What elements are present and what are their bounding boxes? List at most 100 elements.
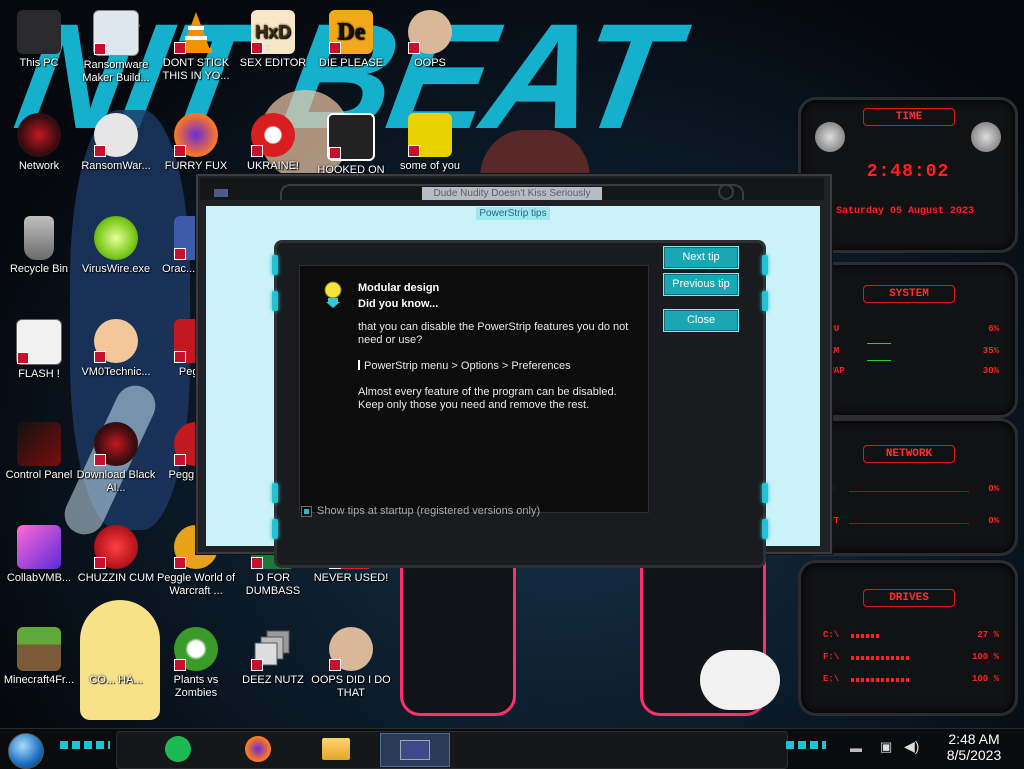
desktop-icon-plants-vs-zombies[interactable]: Plants vs Zombies — [154, 627, 238, 700]
portrait-icon — [408, 10, 452, 54]
dialog-titlebar[interactable]: Dude Nudity Doesn't Kiss Seriously — [200, 178, 824, 200]
clock-time: 2:48 AM — [948, 731, 1000, 747]
radiation-icon — [251, 113, 295, 157]
desktop-icon-chuzzin[interactable]: CHUZZIN CUM — [74, 525, 158, 585]
desktop-icon-download-black-alien[interactable]: Download Black Al... — [74, 422, 158, 495]
tip-path: PowerStrip menu > Options > Preferences — [358, 360, 571, 372]
computer-icon — [17, 10, 61, 54]
desktop-icon-flash[interactable]: FLASH ! — [0, 319, 81, 381]
taskbar-dock — [116, 731, 788, 769]
desktop-icon-deez-nutz[interactable]: DEEZ NUTZ — [231, 627, 315, 687]
gadget-title: DRIVES — [863, 589, 955, 607]
tray-arrow-icon[interactable]: ▬ — [850, 741, 862, 755]
teal-led — [272, 291, 278, 311]
flash-icon — [16, 319, 62, 365]
tip-panel: Modular design Did you know... that you … — [299, 265, 649, 513]
next-tip-button[interactable]: Next tip — [663, 246, 739, 269]
desktop-icon-collabvm[interactable]: CollabVMB... — [0, 525, 81, 585]
window-icon — [93, 10, 139, 56]
start-button[interactable] — [8, 733, 44, 769]
tip-text: that you can disable the PowerStrip feat… — [358, 321, 629, 346]
desktop-icon-sex-editor[interactable]: HxD SEX EDITOR — [231, 10, 315, 70]
doctor-icon — [94, 319, 138, 363]
taskbar-led-strip — [786, 741, 826, 749]
teal-led — [762, 483, 768, 503]
desktop-icon-control-panel[interactable]: Control Panel — [0, 422, 81, 482]
teal-led — [762, 291, 768, 311]
dialog-subtitle: PowerStrip tips — [476, 207, 550, 220]
cpu-graph — [867, 343, 891, 344]
system-row: CPU6% — [823, 324, 999, 334]
clock-date: 8/5/2023 — [946, 747, 1002, 763]
drive-bar — [851, 634, 881, 638]
file-explorer-icon — [322, 738, 350, 760]
drive-bar — [851, 678, 911, 682]
dialog-title: Dude Nudity Doesn't Kiss Seriously — [422, 187, 602, 200]
gadget-title: TIME — [863, 108, 955, 126]
network-tray-icon[interactable]: ▣ — [880, 739, 892, 755]
portrait-icon — [329, 627, 373, 671]
teal-led — [762, 519, 768, 539]
volume-icon[interactable]: ◀) — [904, 738, 919, 755]
flower-icon — [174, 627, 218, 671]
desktop-icon-oops-did-i[interactable]: OOPS DID I DO THAT — [309, 627, 393, 700]
powerstrip-icon — [400, 740, 430, 760]
recycle-bin-icon — [24, 216, 54, 260]
gadget-title: NETWORK — [863, 445, 955, 463]
desktop-icon-recycle-bin[interactable]: Recycle Bin — [0, 216, 81, 276]
control-panel-icon — [17, 422, 61, 466]
show-tips-label: Show tips at startup (registered version… — [317, 505, 541, 517]
desktop-icon-co-ha[interactable]: CO... HA... — [74, 627, 158, 687]
desktop-icon-viruswire[interactable]: VirusWire.exe — [74, 216, 158, 276]
desktop-icon-network[interactable]: Network — [0, 113, 81, 173]
alien-icon — [94, 422, 138, 466]
teal-led — [272, 519, 278, 539]
desktop-icon-ukraine[interactable]: UKRAINE! — [231, 113, 315, 173]
lightbulb-icon — [322, 280, 344, 308]
chuzzle-icon — [94, 525, 138, 569]
skull-icon — [94, 113, 138, 157]
path-marker-icon — [358, 360, 360, 370]
taskbar-app-spotify[interactable] — [158, 733, 198, 765]
desktop-icon-hooked-on[interactable]: HOOKED ON — [309, 113, 393, 177]
minecraft-icon — [17, 627, 61, 671]
taskbar-app-firefox[interactable] — [238, 733, 278, 765]
gadget-clock: 2:48:02 — [866, 162, 950, 182]
vlc-cone-icon — [174, 10, 218, 54]
desktop-icon-ransomware-maker[interactable]: Ransomware Maker Build... — [74, 10, 158, 85]
desktop-icon-this-pc[interactable]: This PC — [0, 10, 81, 70]
network-graph — [849, 491, 969, 492]
maze-icon — [327, 113, 375, 161]
system-row: SWAP 30% — [823, 366, 999, 376]
taskbar-app-explorer[interactable] — [316, 733, 356, 765]
desktop-icon-die-please[interactable]: De DIE PLEASE — [309, 10, 393, 70]
gadget-title: SYSTEM — [863, 285, 955, 303]
firefox-icon — [245, 736, 271, 762]
desktop-icon-furry-fux[interactable]: FURRY FUX — [154, 113, 238, 173]
titlebar-knob — [718, 184, 734, 200]
collabvm-icon — [17, 525, 61, 569]
desktop-icon-minecraft[interactable]: Minecraft4Fr... — [0, 627, 81, 687]
tip-heading: Modular design — [358, 282, 440, 294]
system-row: RAM35% — [823, 346, 999, 356]
previous-tip-button[interactable]: Previous tip — [663, 273, 739, 296]
network-graph — [849, 523, 969, 524]
desktop-icon-vm0technic[interactable]: VM0Technic... — [74, 319, 158, 379]
taskbar: ▬ ▣ ◀) 2:48 AM 8/5/2023 — [0, 728, 1024, 769]
teal-led — [272, 255, 278, 275]
desktop-icon-ransomware[interactable]: RansomWar... — [74, 113, 158, 173]
tip-text: Almost every feature of the program can … — [358, 386, 617, 411]
dialog-client: Modular design Did you know... that you … — [206, 206, 820, 568]
taskbar-clock[interactable]: 2:48 AM 8/5/2023 — [932, 731, 1016, 763]
desktop-icon-oops[interactable]: OOPS — [388, 10, 472, 70]
show-tips-checkbox[interactable] — [301, 506, 312, 517]
taskbar-app-powerstrip[interactable] — [380, 733, 450, 767]
gadget-date: Saturday 05 August 2023 — [835, 206, 975, 217]
hxd-icon: HxD — [251, 10, 295, 54]
alien-logo-icon — [971, 122, 1001, 152]
lime-icon — [94, 216, 138, 260]
desktop-icon-some-of-you[interactable]: some of you — [388, 113, 472, 173]
desktop-icon-dont-stick[interactable]: DONT STICK THIS IN YO... — [154, 10, 238, 83]
close-button[interactable]: Close — [663, 309, 739, 332]
drive-bar — [851, 656, 911, 660]
